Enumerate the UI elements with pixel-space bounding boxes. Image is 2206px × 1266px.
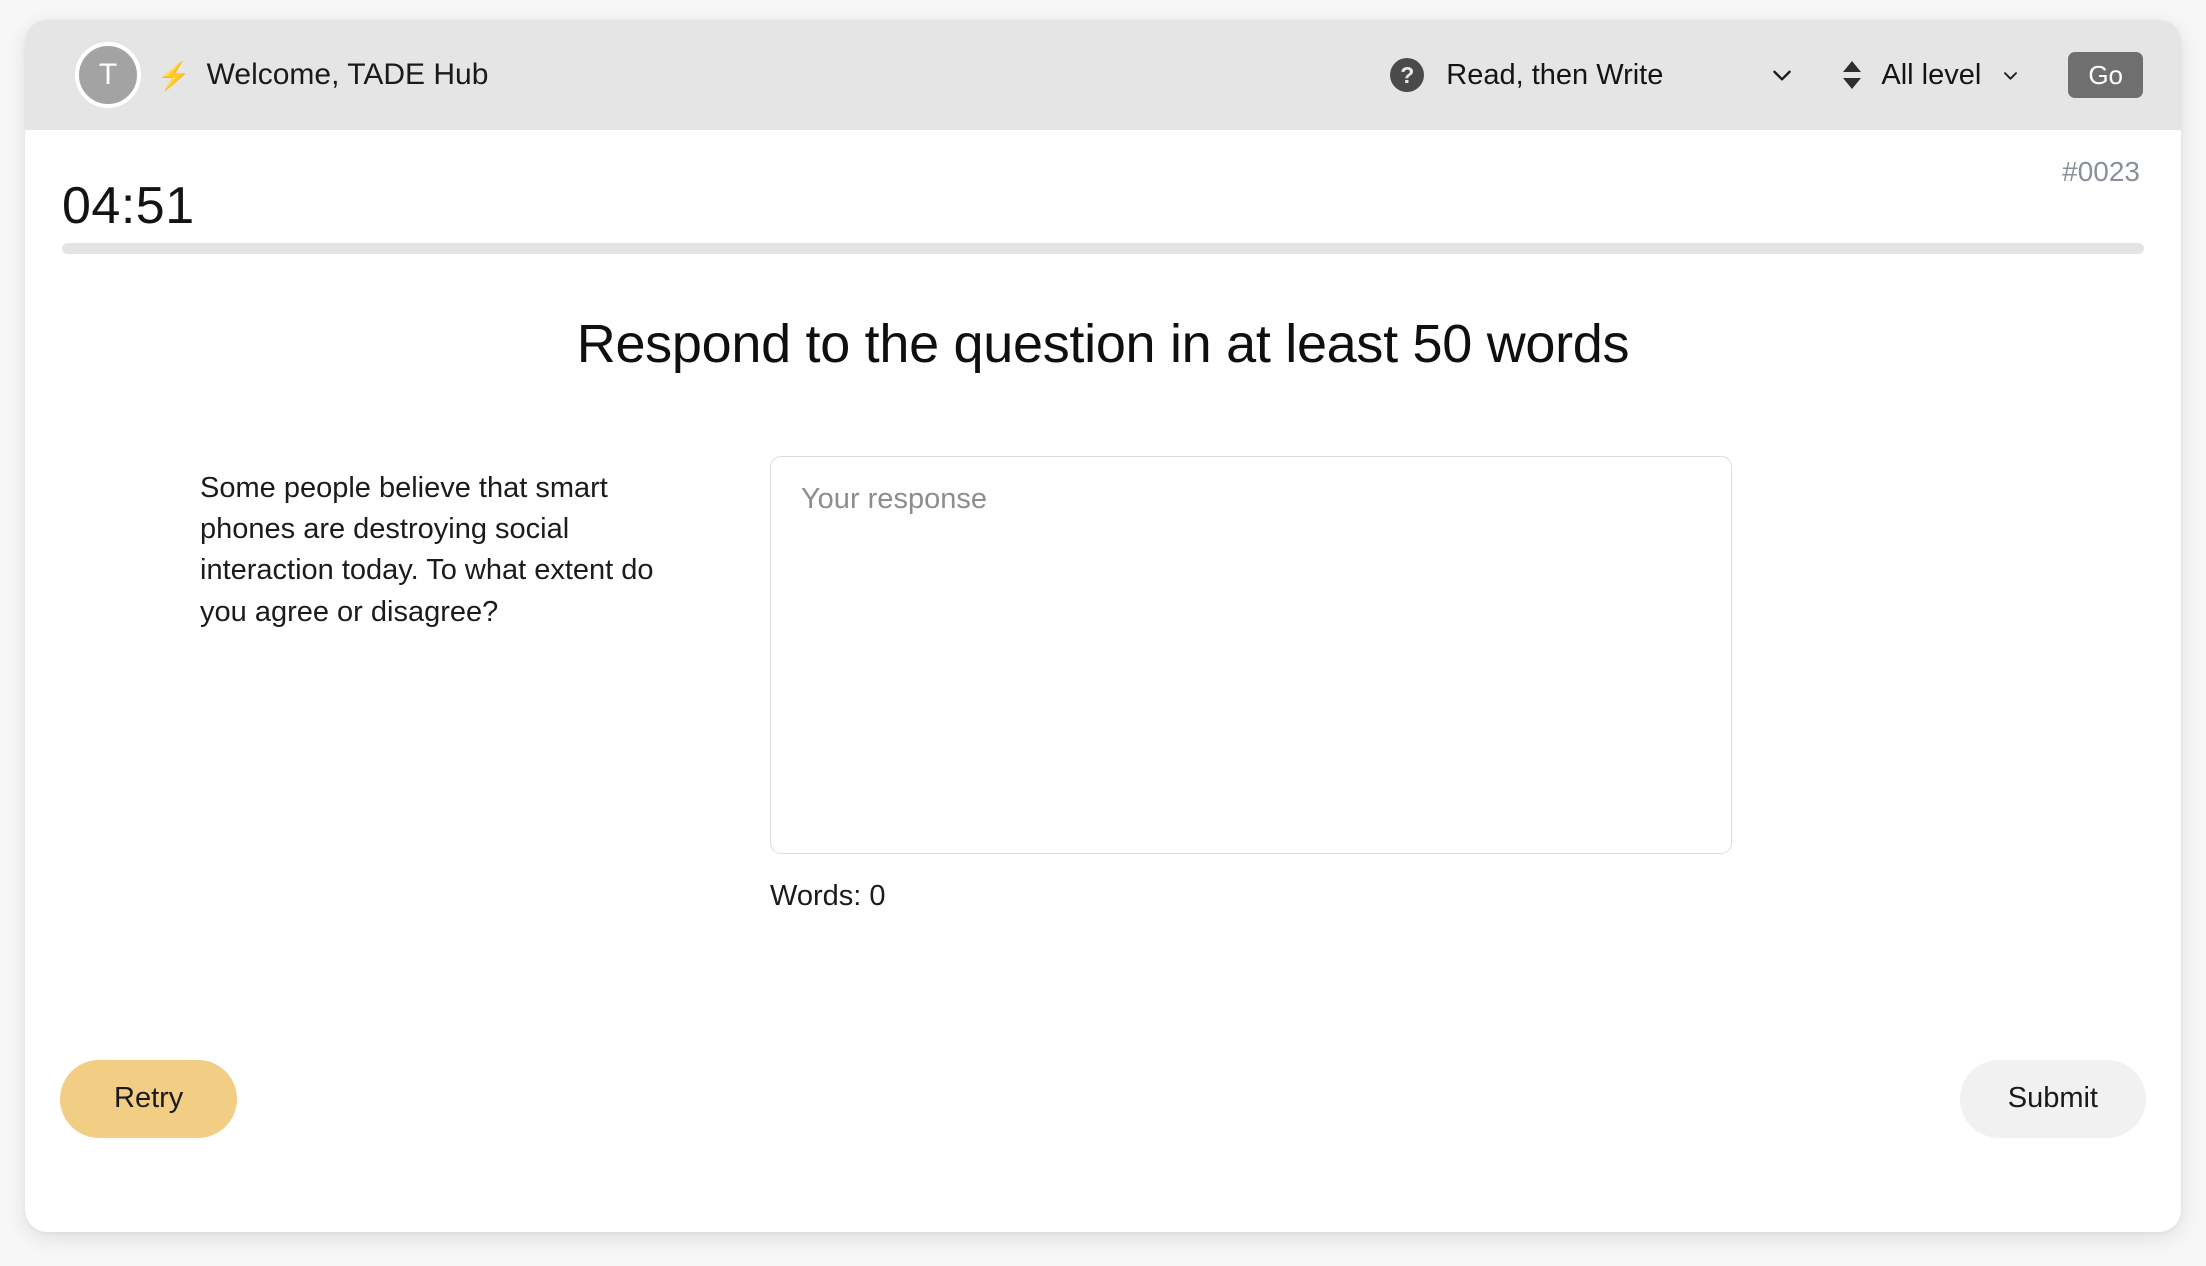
card-body: 04:51 #0023 Respond to the question in a… <box>25 130 2181 1232</box>
go-button[interactable]: Go <box>2068 51 2143 99</box>
bolt-icon: ⚡ <box>157 60 191 91</box>
answer-column: Words: 0 <box>770 456 1732 913</box>
question-text: Some people believe that smart phones ar… <box>200 472 654 628</box>
mode-selector[interactable]: ? Read, then Write <box>1390 58 1795 92</box>
practice-card: T ⚡ Welcome, TADE Hub ? Read, then Write… <box>25 20 2181 1232</box>
question-answer-area: Some people believe that smart phones ar… <box>60 456 2146 913</box>
retry-button[interactable]: Retry <box>60 1060 238 1138</box>
avatar[interactable]: T <box>75 42 141 108</box>
submit-button[interactable]: Submit <box>1959 1060 2146 1138</box>
app-header: T ⚡ Welcome, TADE Hub ? Read, then Write… <box>25 20 2181 130</box>
action-row: Retry Submit <box>60 1060 2146 1138</box>
help-icon[interactable]: ? <box>1390 58 1425 92</box>
welcome-message: Welcome, TADE Hub <box>206 58 489 91</box>
question-id-badge: #0023 <box>2062 156 2140 187</box>
word-count-label: Words: 0 <box>770 880 886 912</box>
page-title: Respond to the question in at least 50 w… <box>576 314 1630 374</box>
mode-selector-label: Read, then Write <box>1446 58 1664 91</box>
status-row: 04:51 #0023 <box>60 130 2146 232</box>
sort-updown-icon[interactable] <box>1841 58 1863 92</box>
chevron-down-icon[interactable] <box>1769 62 1795 88</box>
level-selector[interactable]: All level <box>1841 58 2020 92</box>
brand-group: T ⚡ Welcome, TADE Hub <box>75 42 488 108</box>
chevron-down-icon-small[interactable] <box>2001 66 2020 85</box>
level-selector-label: All level <box>1881 58 1982 91</box>
progress-bar <box>62 243 2144 254</box>
countdown-timer: 04:51 <box>62 177 195 235</box>
app-root: T ⚡ Welcome, TADE Hub ? Read, then Write… <box>0 0 2206 1266</box>
response-input[interactable] <box>770 456 1732 854</box>
